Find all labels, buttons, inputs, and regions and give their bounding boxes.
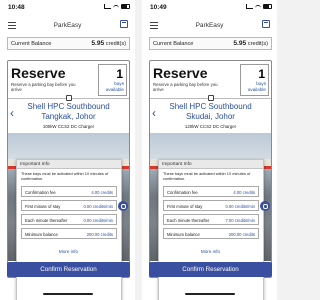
status-bar: 10:49 xyxy=(142,0,277,14)
zoom-icon[interactable] xyxy=(260,201,270,211)
fee-label: Each minute thereafter xyxy=(25,218,68,223)
info-note: These bays must be activated within 10 m… xyxy=(21,171,109,181)
home-indicator xyxy=(43,293,93,295)
fee-label: Each minute thereafter xyxy=(167,218,210,223)
fuel-station-icon xyxy=(66,95,72,101)
fee-row: Minimum balance 200.00 credits xyxy=(21,228,117,239)
battery-icon xyxy=(263,4,272,9)
fee-label: Minimum balance xyxy=(25,232,58,237)
bays-label: bays available xyxy=(247,81,266,92)
fee-value: 4.00 credits xyxy=(233,190,255,195)
fee-row: Minimum balance 200.00 credits xyxy=(163,228,259,239)
balance-unit: credit(s) xyxy=(105,41,126,47)
status-icons xyxy=(246,4,272,9)
bays-available-box: 1 bays available xyxy=(98,64,127,96)
reservation-card: Reserve Reserve a parking bay before you… xyxy=(149,60,272,300)
fee-label: Confirmation fee xyxy=(167,190,198,195)
info-title: Important Info xyxy=(159,160,263,169)
bays-available-box: 1 bays available xyxy=(240,64,269,96)
bays-label: bays available xyxy=(105,81,124,92)
station-city: Tangkak, Johor xyxy=(41,112,96,121)
balance-value: 5.95 credit(s) xyxy=(233,40,268,47)
reserve-title: Reserve xyxy=(153,65,208,81)
status-bar: 10:48 xyxy=(0,0,135,14)
fee-row: Confirmation fee 4.00 credits xyxy=(163,186,259,197)
home-indicator xyxy=(185,293,235,295)
charger-type: 100kW CCS2 DC Charger xyxy=(42,124,95,129)
bays-count: 1 xyxy=(258,67,265,81)
confirm-reservation-button[interactable]: Confirm Reservation xyxy=(149,262,272,277)
fee-value: 200.00 credits xyxy=(86,232,113,237)
signal-icon xyxy=(246,4,253,9)
fuel-station-icon xyxy=(208,95,214,101)
bays-count: 1 xyxy=(116,67,123,81)
fee-label: Minimum balance xyxy=(167,232,200,237)
calendar-icon[interactable] xyxy=(262,20,270,28)
status-icons xyxy=(104,4,130,9)
phone-screen-left: 10:48 ParkEasy Current Balance 5.95 cred… xyxy=(0,0,135,300)
reserve-title: Reserve xyxy=(11,65,66,81)
wifi-icon xyxy=(255,4,261,9)
battery-icon xyxy=(121,4,130,9)
fee-label: First minute of stay xyxy=(167,204,203,209)
more-info-link[interactable]: More info xyxy=(150,249,271,254)
fee-value: 0.00 credits/min xyxy=(83,218,113,223)
balance-bar: Current Balance 5.95 credit(s) xyxy=(7,37,130,50)
fee-value: 0.00 credits/min xyxy=(83,204,113,209)
fee-row: Confirmation fee 4.00 credits xyxy=(21,186,117,197)
reserve-subtitle: Reserve a parking bay before you arrive xyxy=(153,82,218,92)
app-header: ParkEasy xyxy=(0,18,135,34)
confirm-reservation-button[interactable]: Confirm Reservation xyxy=(7,262,130,277)
reserve-subtitle: Reserve a parking bay before you arrive xyxy=(11,82,76,92)
fee-label: Confirmation fee xyxy=(25,190,56,195)
balance-unit: credit(s) xyxy=(247,41,268,47)
fee-value: 0.00 credits/min xyxy=(225,204,255,209)
status-time: 10:48 xyxy=(8,4,25,11)
balance-bar: Current Balance 5.95 credit(s) xyxy=(149,37,272,50)
phone-screen-right: 10:49 ParkEasy Current Balance 5.95 cred… xyxy=(142,0,277,300)
station-name: Shell HPC Southbound xyxy=(27,102,110,111)
fee-value: 4.00 credits xyxy=(91,190,113,195)
fee-label: First minute of stay xyxy=(25,204,61,209)
app-title: ParkEasy xyxy=(195,22,224,29)
fee-row: First minute of stay 0.00 credits/min xyxy=(21,200,117,211)
important-info-panel: Important Info These bays must be activa… xyxy=(158,159,264,300)
fee-value: 7.00 credits/min xyxy=(225,218,255,223)
station-city: Skudai, Johor xyxy=(186,112,235,121)
more-info-link[interactable]: More info xyxy=(8,249,129,254)
info-title: Important Info xyxy=(17,160,121,169)
fee-row: First minute of stay 0.00 credits/min xyxy=(163,200,259,211)
app-header: ParkEasy xyxy=(142,18,277,34)
signal-icon xyxy=(104,4,111,9)
fee-row: Each minute thereafter 0.00 credits/min xyxy=(21,214,117,225)
balance-amount: 5.95 xyxy=(233,40,247,47)
reservation-card: Reserve Reserve a parking bay before you… xyxy=(7,60,130,300)
balance-value: 5.95 credit(s) xyxy=(91,40,126,47)
balance-amount: 5.95 xyxy=(91,40,105,47)
app-title: ParkEasy xyxy=(53,22,82,29)
important-info-panel: Important Info These bays must be activa… xyxy=(16,159,122,300)
wifi-icon xyxy=(113,4,119,9)
fee-value: 200.00 credits xyxy=(228,232,255,237)
zoom-icon[interactable] xyxy=(118,201,128,211)
charger-type: 120kW CCS2 DC Charger xyxy=(184,124,237,129)
balance-label: Current Balance xyxy=(153,41,194,47)
info-note: These bays must be activated within 10 m… xyxy=(163,171,251,181)
calendar-icon[interactable] xyxy=(120,20,128,28)
balance-label: Current Balance xyxy=(11,41,52,47)
fee-row: Each minute thereafter 7.00 credits/min xyxy=(163,214,259,225)
status-time: 10:49 xyxy=(150,4,167,11)
station-name: Shell HPC Southbound xyxy=(169,102,252,111)
